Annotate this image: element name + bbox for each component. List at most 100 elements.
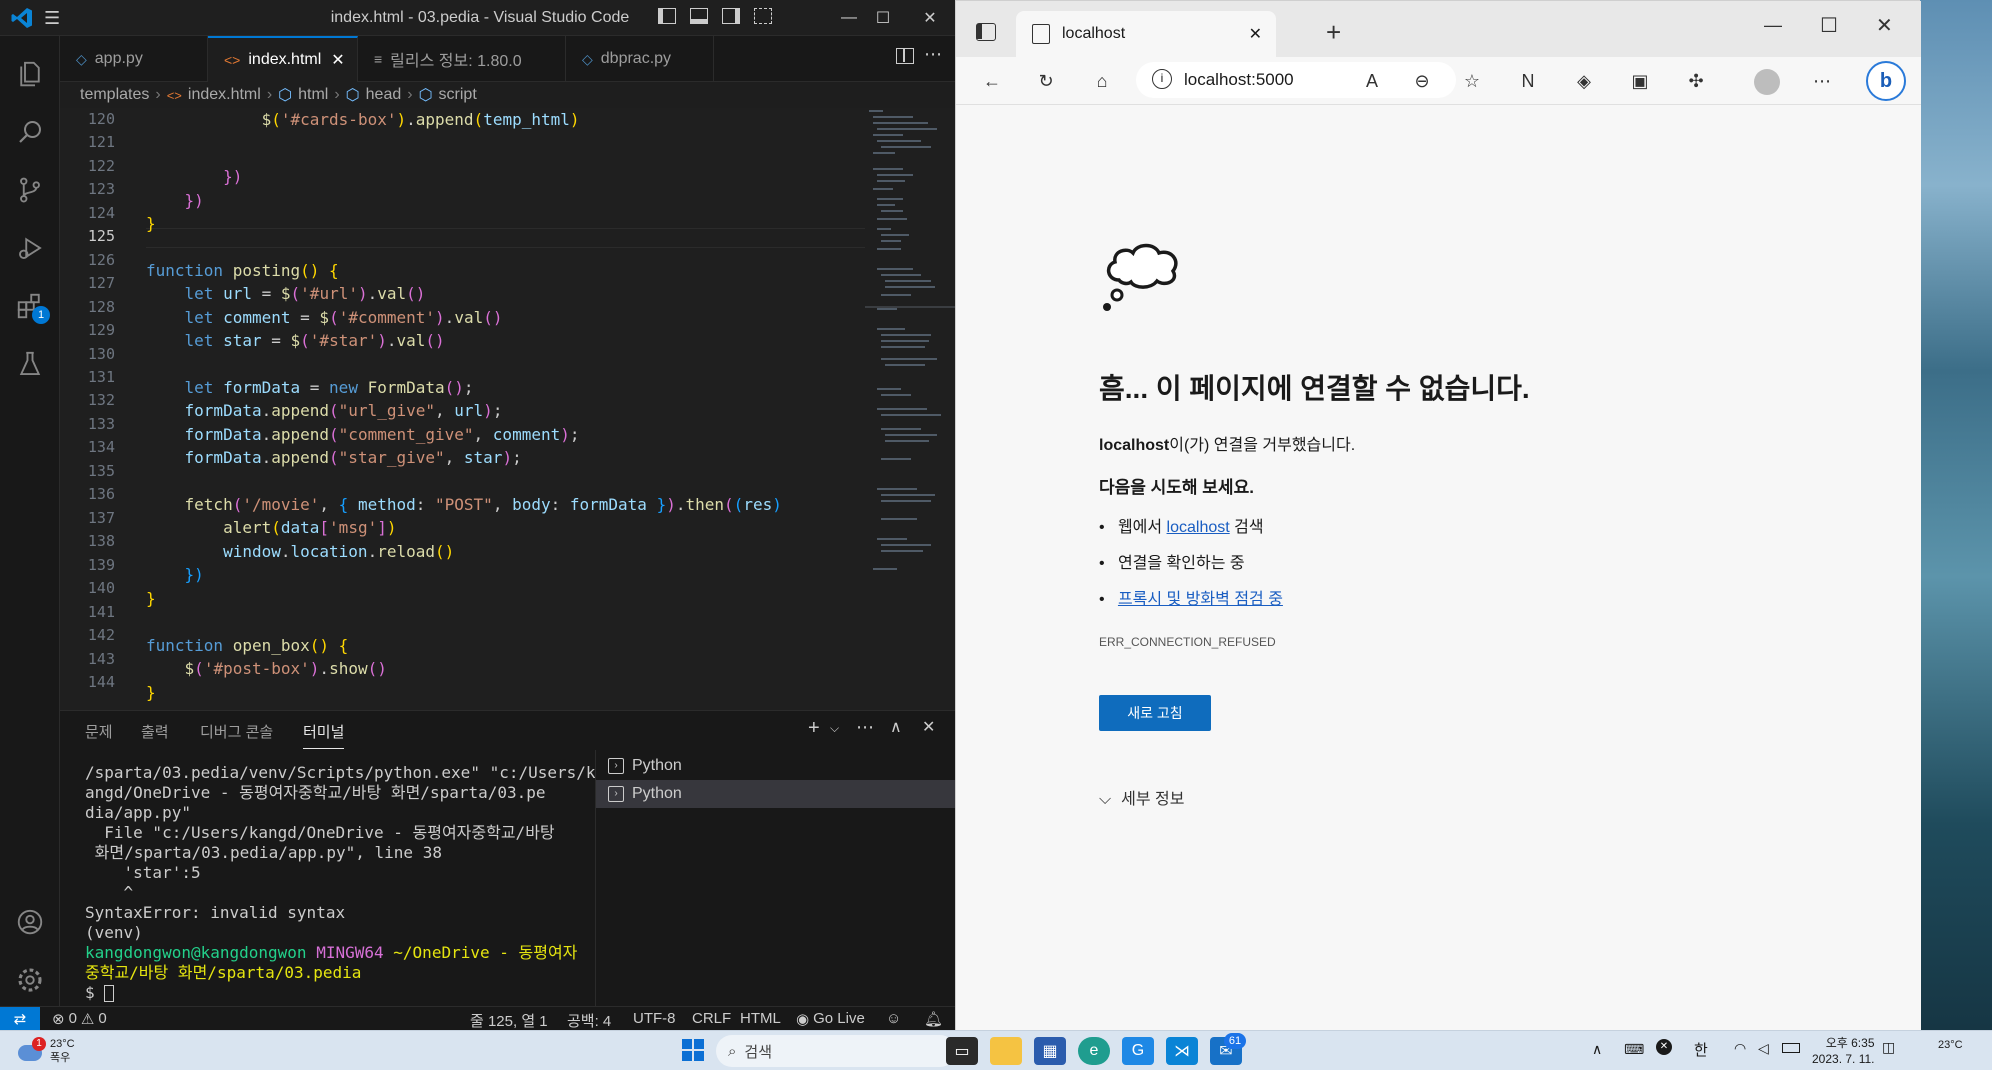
profile-avatar[interactable]	[1754, 69, 1780, 95]
keyboard-icon[interactable]: ⌨	[1624, 1041, 1644, 1058]
maximize-button[interactable]: ☐	[1820, 13, 1838, 38]
start-windows-icon[interactable]	[682, 1039, 704, 1061]
store-icon[interactable]: ▦	[1034, 1037, 1066, 1065]
tab-app-py[interactable]: ◇ app.py	[60, 36, 208, 82]
close-panel-icon[interactable]: ✕	[922, 717, 935, 737]
more-actions-icon[interactable]: ⋯	[856, 717, 874, 738]
tab-dbprac-py[interactable]: ◇ dbprac.py	[566, 36, 714, 82]
notion-icon[interactable]: N	[1512, 65, 1544, 97]
clock[interactable]: 오후 6:35 2023. 7. 11.	[1812, 1035, 1875, 1067]
wifi-icon[interactable]: ◠	[1734, 1040, 1746, 1057]
back-arrow-icon[interactable]: ←	[976, 65, 1008, 97]
chevron-down-icon[interactable]: ⌵	[830, 721, 839, 736]
tab-output[interactable]: 출력	[141, 721, 169, 742]
run-debug-icon[interactable]	[0, 220, 60, 276]
vscode-taskbar-icon[interactable]: ⋊	[1166, 1037, 1198, 1065]
accounts-icon[interactable]	[0, 894, 60, 950]
collections-icon[interactable]: ▣	[1624, 65, 1656, 97]
encoding[interactable]: UTF-8	[633, 1010, 676, 1027]
new-terminal-icon[interactable]: +	[808, 717, 820, 740]
battery-icon[interactable]	[1782, 1043, 1800, 1053]
close-button[interactable]: ✕	[907, 0, 953, 36]
terminal-instance[interactable]: › Python	[596, 752, 956, 780]
settings-gear-icon[interactable]	[0, 952, 60, 1008]
read-aloud-icon[interactable]: A	[1356, 65, 1388, 97]
toggle-panel-icon[interactable]	[690, 8, 708, 24]
menu-icon[interactable]: ☰	[44, 8, 66, 28]
breadcrumb-item[interactable]: script	[439, 86, 477, 104]
customize-layout-icon[interactable]	[754, 8, 772, 24]
new-tab-button[interactable]: +	[1326, 17, 1341, 48]
toggle-sidebar-icon[interactable]	[658, 8, 676, 24]
tab-index-html[interactable]: <> index.html ✕	[208, 36, 358, 82]
go-live-button[interactable]: ◉ Go Live	[796, 1010, 865, 1028]
extensions-puzzle-icon[interactable]: ✣	[1680, 65, 1712, 97]
cursor-position[interactable]: 줄 125, 열 1	[470, 1010, 548, 1031]
file-explorer-icon[interactable]	[990, 1037, 1022, 1065]
bing-copilot-icon[interactable]: b	[1866, 61, 1906, 101]
refresh-icon[interactable]: ↻	[1030, 65, 1062, 97]
edge-browser-icon[interactable]: e	[1078, 1037, 1110, 1065]
maximize-button[interactable]: ☐	[860, 0, 906, 36]
remote-indicator-icon[interactable]: ⇄	[0, 1007, 40, 1031]
feedback-icon[interactable]: ☺	[886, 1010, 901, 1027]
tab-close-icon[interactable]: ✕	[331, 50, 344, 70]
tab-actions-icon[interactable]	[976, 23, 996, 41]
favorite-star-icon[interactable]: ☆	[1456, 65, 1488, 97]
zoom-out-icon[interactable]: ⊖	[1406, 65, 1438, 97]
site-info-icon[interactable]: i	[1152, 69, 1172, 89]
terminal-instance[interactable]: › Python	[596, 780, 956, 808]
prompt-input-line[interactable]: $	[85, 983, 595, 1003]
split-editor-icon[interactable]	[896, 48, 914, 64]
browser-tab[interactable]: localhost ✕	[1016, 11, 1276, 57]
tab-terminal[interactable]: 터미널	[303, 721, 345, 749]
terminal-line: SyntaxError: invalid syntax	[85, 903, 346, 922]
line-ending[interactable]: CRLF	[692, 1010, 731, 1027]
breadcrumb-item[interactable]: templates	[80, 86, 149, 104]
tab-debug-console[interactable]: 디버그 콘솔	[200, 721, 273, 742]
details-toggle[interactable]: ⌵ 세부 정보	[1099, 785, 1184, 809]
notifications-bell-icon[interactable]: 🔔︎	[924, 1010, 943, 1028]
language-mode[interactable]: HTML	[740, 1010, 781, 1027]
reload-button[interactable]: 새로 고침	[1099, 695, 1211, 731]
proxy-firewall-link[interactable]: 프록시 및 방화벽 점검 중	[1118, 591, 1283, 608]
toggle-secondary-sidebar-icon[interactable]	[722, 8, 740, 24]
status-close-icon[interactable]: ✕	[1656, 1039, 1672, 1055]
code-line: formData.append("url_give", url);	[184, 401, 503, 420]
task-view-icon[interactable]: ▭	[946, 1037, 978, 1065]
maximize-panel-icon[interactable]: ∧	[890, 717, 902, 737]
minimap[interactable]	[865, 108, 955, 710]
terminal-line: 'star':5	[85, 863, 201, 882]
notifications-icon[interactable]: ◫	[1882, 1039, 1895, 1056]
input-method[interactable]: 한	[1694, 1039, 1708, 1060]
explorer-icon[interactable]	[0, 46, 60, 102]
close-tab-icon[interactable]: ✕	[1249, 24, 1262, 44]
code-editor[interactable]: 120 121 122 123 124 125 126 127 128 129 130 131 132 1…	[60, 108, 955, 710]
more-actions-icon[interactable]: ⋯	[924, 44, 942, 65]
volume-icon[interactable]: ◁	[1758, 1040, 1769, 1057]
close-button[interactable]: ✕	[1876, 13, 1893, 38]
indentation[interactable]: 공백: 4	[567, 1010, 611, 1031]
search-icon[interactable]	[0, 104, 60, 160]
extensions-icon[interactable]	[0, 278, 60, 334]
extension-icon[interactable]: ◈	[1568, 65, 1600, 97]
problems-status[interactable]: ⊗ 0 ⚠ 0	[52, 1010, 107, 1028]
home-icon[interactable]: ⌂	[1086, 65, 1118, 97]
tab-problems[interactable]: 문제	[85, 721, 113, 742]
source-control-icon[interactable]	[0, 162, 60, 218]
settings-more-icon[interactable]: ⋯	[1806, 65, 1838, 97]
breadcrumb-item[interactable]: html	[298, 86, 328, 104]
right-weather[interactable]: 23°C	[1938, 1039, 1963, 1051]
weather-text[interactable]: 23°C 폭우	[50, 1037, 75, 1065]
weather-widget[interactable]: 1	[18, 1037, 46, 1065]
testing-icon[interactable]	[0, 336, 60, 392]
app-icon[interactable]: G	[1122, 1037, 1154, 1065]
breadcrumb-item[interactable]: index.html	[188, 86, 261, 104]
breadcrumb-item[interactable]: head	[366, 86, 402, 104]
search-web-link[interactable]: localhost	[1167, 519, 1230, 536]
taskbar-search[interactable]: ⌕ 검색	[716, 1035, 956, 1067]
minimize-button[interactable]: —	[1764, 15, 1782, 36]
terminal-output[interactable]: /sparta/03.pedia/venv/Scripts/python.exe…	[85, 763, 596, 1003]
tab-release-notes[interactable]: ≡ 릴리스 정보: 1.80.0	[358, 36, 566, 82]
show-hidden-icons[interactable]: ∧	[1592, 1041, 1602, 1058]
